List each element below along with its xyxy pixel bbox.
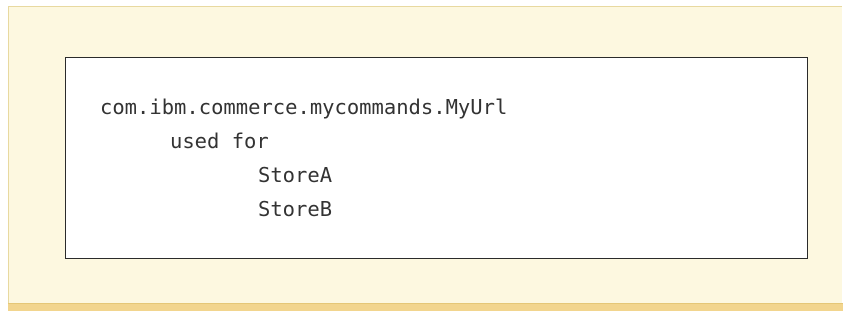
code-store-item: StoreB — [258, 197, 333, 221]
note-panel-bottom-edge — [8, 303, 843, 304]
code-relation: used for — [170, 129, 269, 153]
code-class-name: com.ibm.commerce.mycommands.MyUrl — [100, 95, 508, 119]
code-block — [65, 57, 808, 259]
note-panel-bottom-border — [8, 303, 843, 311]
code-store-item: StoreA — [258, 163, 333, 187]
